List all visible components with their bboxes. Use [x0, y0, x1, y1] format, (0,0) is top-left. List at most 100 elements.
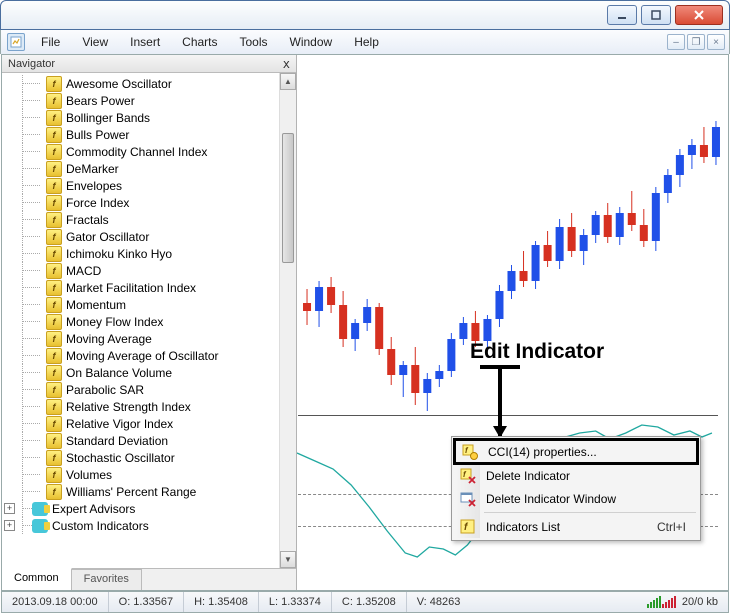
mdi-minimize-button[interactable]: – — [667, 34, 685, 50]
tree-item[interactable]: fWilliams' Percent Range — [16, 483, 296, 500]
status-high: H: 1.35408 — [184, 592, 259, 612]
navigator-tree[interactable]: fAwesome OscillatorfBears PowerfBollinge… — [2, 73, 296, 568]
expand-icon[interactable]: + — [4, 503, 15, 514]
tree-item-label: Standard Deviation — [66, 434, 168, 448]
menu-charts[interactable]: Charts — [172, 32, 227, 52]
tree-item[interactable]: f Money Flow Index — [16, 313, 296, 330]
tree-item[interactable]: fVolumes — [16, 466, 296, 483]
menu-file[interactable]: File — [31, 32, 70, 52]
ctx-delete-window[interactable]: Delete Indicator Window — [454, 487, 698, 510]
tree-item[interactable]: fStandard Deviation — [16, 432, 296, 449]
tree-item-label: DeMarker — [66, 162, 119, 176]
indicator-icon: f — [46, 76, 62, 92]
status-volume: V: 48263 — [407, 592, 637, 612]
indicator-separator — [298, 415, 718, 416]
tree-item[interactable]: f On Balance Volume — [16, 364, 296, 381]
tree-item[interactable]: fForce Index — [16, 194, 296, 211]
tree-group-label: Expert Advisors — [52, 502, 135, 516]
tree-item[interactable]: f Fractals — [16, 211, 296, 228]
tree-item-label: Moving Average — [66, 332, 152, 346]
tree-item[interactable]: fRelative Strength Index — [16, 398, 296, 415]
tree-item[interactable]: fParabolic SAR — [16, 381, 296, 398]
connection-bars-icon — [647, 596, 676, 608]
status-close: C: 1.35208 — [332, 592, 407, 612]
indicator-icon: f — [46, 161, 62, 177]
status-connection: 20/0 kb — [637, 592, 728, 612]
ctx-delete-indicator[interactable]: f Delete Indicator — [454, 464, 698, 487]
tree-item-label: Stochastic Oscillator — [66, 451, 175, 465]
scroll-up-icon[interactable]: ▲ — [280, 73, 296, 90]
menu-view[interactable]: View — [72, 32, 118, 52]
tree-item[interactable]: fBears Power — [16, 92, 296, 109]
tree-item[interactable]: f Awesome Oscillator — [16, 75, 296, 92]
tree-item-label: Ichimoku Kinko Hyo — [66, 247, 172, 261]
tree-item-label: Money Flow Index — [66, 315, 163, 329]
tree-item-label: Relative Vigor Index — [66, 417, 173, 431]
expand-icon[interactable]: + — [4, 520, 15, 531]
tree-item-label: Parabolic SAR — [66, 383, 144, 397]
scroll-down-icon[interactable]: ▼ — [280, 551, 296, 568]
menu-tools[interactable]: Tools — [230, 32, 278, 52]
tree-item[interactable]: fMoving Average — [16, 330, 296, 347]
tree-item[interactable]: fBollinger Bands — [16, 109, 296, 126]
tree-item-label: Moving Average of Oscillator — [66, 349, 219, 363]
ctx-properties[interactable]: f CCI(14) properties... — [453, 438, 699, 465]
tree-item-label: On Balance Volume — [66, 366, 172, 380]
tree-item[interactable]: f Moving Average of Oscillator — [16, 347, 296, 364]
tree-item[interactable]: fBulls Power — [16, 126, 296, 143]
indicator-icon: f — [46, 246, 62, 262]
window-maximize-button[interactable] — [641, 5, 671, 25]
ctx-item-label: Delete Indicator — [486, 469, 570, 483]
navigator-close-icon[interactable]: x — [283, 57, 290, 71]
navigator-scrollbar[interactable]: ▲ ▼ — [279, 73, 296, 568]
tree-item[interactable]: fMACD — [16, 262, 296, 279]
ctx-indicators-list[interactable]: f Indicators List Ctrl+I — [454, 515, 698, 538]
indicator-icon: f — [46, 280, 62, 296]
menu-help[interactable]: Help — [344, 32, 389, 52]
tree-item-label: Fractals — [66, 213, 109, 227]
fx-icon: f — [460, 519, 476, 535]
menu-insert[interactable]: Insert — [120, 32, 170, 52]
tree-item[interactable]: fStochastic Oscillator — [16, 449, 296, 466]
tree-item[interactable]: f Ichimoku Kinko Hyo — [16, 245, 296, 262]
tree-group[interactable]: +Custom Indicators — [16, 517, 296, 534]
tree-item[interactable]: fCommodity Channel Index — [16, 143, 296, 160]
scroll-thumb[interactable] — [282, 133, 294, 263]
indicator-icon: f — [46, 484, 62, 500]
indicator-icon: f — [46, 314, 62, 330]
indicator-icon: f — [46, 212, 62, 228]
tree-group[interactable]: +Expert Advisors — [16, 500, 296, 517]
indicator-icon: f — [46, 399, 62, 415]
tree-item-label: Awesome Oscillator — [66, 77, 172, 91]
tab-favorites[interactable]: Favorites — [72, 569, 142, 590]
ctx-item-label: CCI(14) properties... — [488, 445, 597, 459]
indicator-icon: f — [46, 144, 62, 160]
tree-item-label: Volumes — [66, 468, 112, 482]
tree-item-label: Bollinger Bands — [66, 111, 150, 125]
indicator-icon: f — [46, 365, 62, 381]
tab-common[interactable]: Common — [2, 568, 72, 590]
navigator-title-bar: Navigator x — [2, 55, 296, 73]
indicator-icon: f — [46, 263, 62, 279]
tree-item[interactable]: f DeMarker — [16, 160, 296, 177]
tree-item[interactable]: fMarket Facilitation Index — [16, 279, 296, 296]
menu-window[interactable]: Window — [280, 32, 343, 52]
mdi-close-button[interactable]: × — [707, 34, 725, 50]
tree-item-label: Envelopes — [66, 179, 122, 193]
window-minimize-button[interactable] — [607, 5, 637, 25]
connection-text: 20/0 kb — [682, 596, 718, 608]
ctx-shortcut: Ctrl+I — [657, 520, 698, 534]
window-close-button[interactable] — [675, 5, 723, 25]
callout-arrow — [498, 368, 502, 436]
indicator-icon: f — [46, 348, 62, 364]
indicator-icon: f — [46, 195, 62, 211]
tree-item[interactable]: fGator Oscillator — [16, 228, 296, 245]
app-icon — [7, 33, 25, 51]
mdi-restore-button[interactable]: ❐ — [687, 34, 705, 50]
status-date: 2013.09.18 00:00 — [2, 592, 109, 612]
tree-item[interactable]: fEnvelopes — [16, 177, 296, 194]
tree-item[interactable]: fRelative Vigor Index — [16, 415, 296, 432]
context-menu: f CCI(14) properties... f Delete Indicat… — [451, 436, 701, 541]
navigator-panel: Navigator x f Awesome OscillatorfBears Po… — [2, 55, 297, 590]
tree-item[interactable]: fMomentum — [16, 296, 296, 313]
